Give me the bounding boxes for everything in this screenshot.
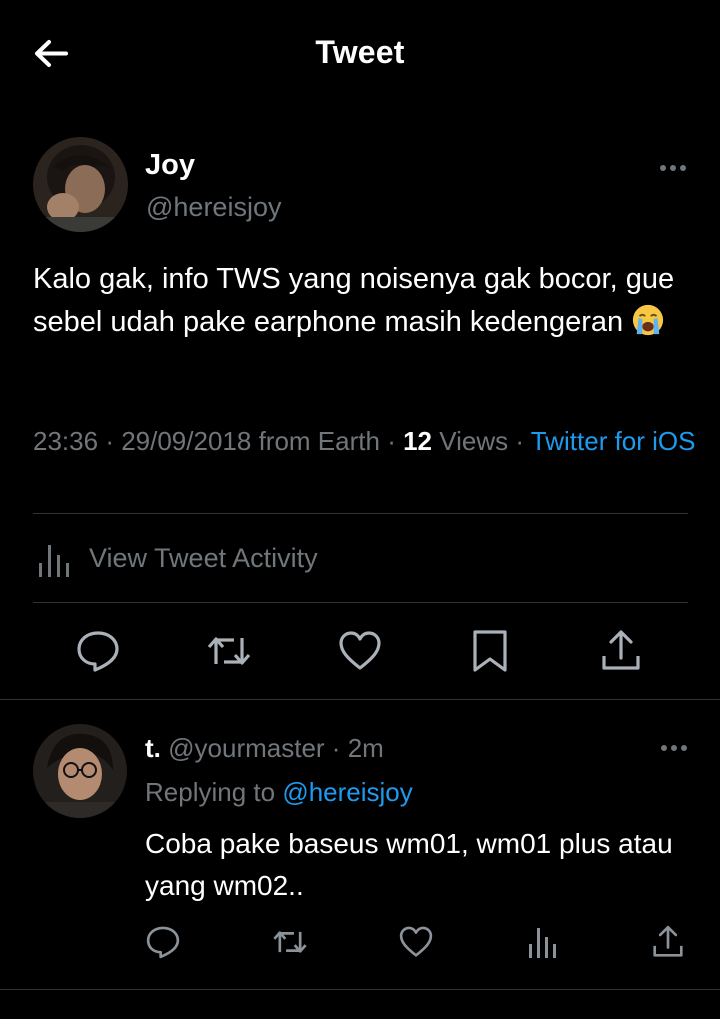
reply-author-handle[interactable]: @yourmaster [168, 733, 324, 763]
divider [33, 513, 688, 514]
reply-more-options-icon[interactable] [661, 741, 691, 755]
replying-to-label: Replying to [145, 777, 276, 807]
author-handle[interactable]: @hereisjoy [146, 192, 281, 223]
views-count: 12 [403, 426, 432, 456]
avatar-photo [33, 137, 128, 232]
divider [0, 699, 720, 700]
divider [33, 602, 688, 603]
tweet-location: from Earth [258, 426, 380, 456]
retweet-button[interactable] [206, 628, 252, 674]
author-name[interactable]: Joy [145, 149, 195, 182]
like-icon [399, 926, 433, 957]
like-button[interactable] [337, 628, 383, 674]
reply-retweet-button[interactable] [272, 924, 308, 960]
share-icon [653, 925, 683, 957]
view-tweet-activity-label: View Tweet Activity [89, 543, 318, 573]
retweet-icon [273, 931, 307, 953]
tweet-text-content: Kalo gak, info TWS yang noisenya gak boc… [33, 263, 675, 338]
reply-reply-button[interactable] [145, 924, 181, 960]
top-bar: Tweet [0, 0, 720, 110]
reply-author-avatar[interactable] [33, 724, 127, 818]
reply-text: Coba pake baseus wm01, wm01 plus atau ya… [145, 828, 673, 901]
reply-like-button[interactable] [398, 924, 434, 960]
replying-to: Replying to @hereisjoy [145, 777, 413, 808]
share-icon [602, 630, 640, 670]
reply-time: 2m [347, 733, 384, 763]
views-label: Views [439, 426, 509, 456]
reply-header: t. @yourmaster · 2m [145, 733, 384, 763]
tweet-meta: 23:36 · 29/09/2018 from Earth · 12 Views… [33, 426, 696, 456]
reply-icon [146, 926, 180, 959]
reply-share-button[interactable] [650, 924, 686, 960]
bookmark-icon [473, 630, 507, 672]
more-options-icon[interactable] [660, 161, 690, 175]
tweet-text: Kalo gak, info TWS yang noisenya gak boc… [33, 258, 703, 344]
analytics-icon [529, 928, 556, 958]
divider [0, 989, 720, 990]
avatar-photo [33, 724, 127, 818]
tweet-date: 29/09/2018 [121, 426, 252, 456]
loudly-crying-face-icon [633, 304, 664, 336]
reply-author-name[interactable]: t. [145, 733, 161, 763]
share-button[interactable] [598, 628, 644, 674]
page-title: Tweet [315, 34, 405, 70]
analytics-icon [39, 545, 69, 577]
view-tweet-activity-button[interactable]: View Tweet Activity [33, 535, 533, 585]
reply-analytics-button[interactable] [526, 924, 562, 960]
author-avatar[interactable] [33, 137, 128, 232]
tweet-source-link[interactable]: Twitter for iOS [531, 426, 696, 456]
replying-to-mention[interactable]: @hereisjoy [282, 777, 412, 807]
reply-button[interactable] [75, 628, 121, 674]
reply-icon [77, 631, 119, 672]
tweet-time: 23:36 [33, 426, 99, 456]
like-icon [339, 631, 381, 670]
retweet-icon [207, 637, 251, 665]
bookmark-button[interactable] [467, 628, 513, 674]
